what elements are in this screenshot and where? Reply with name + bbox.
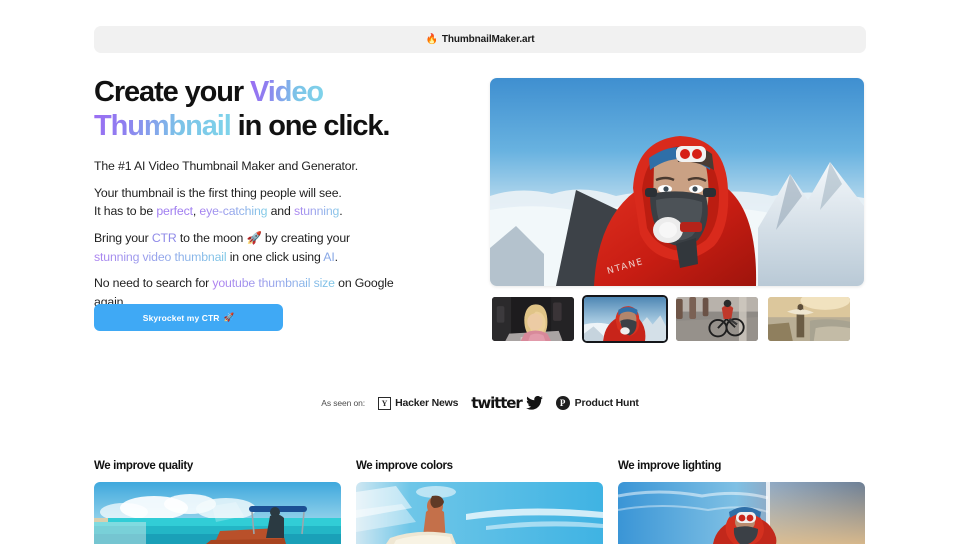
as-seen-on-label: As seen on:	[321, 398, 366, 408]
feature-lighting-image[interactable]	[618, 482, 865, 544]
logo-hacker-news[interactable]: Y Hacker News	[378, 396, 459, 410]
keyword-eye-catching: eye-catching	[199, 204, 268, 219]
mountaineer-illustration: NTANE	[490, 78, 864, 286]
flame-icon: 🔥	[425, 33, 438, 45]
brand-logo[interactable]: 🔥 ThumbnailMaker.art	[425, 34, 534, 45]
woman-in-pink-top-thumbnail	[492, 297, 574, 341]
social-proof-row: As seen on: Y Hacker News twitter P Prod…	[0, 394, 960, 412]
headline-part-1: Create your	[94, 76, 251, 108]
thumbnail-option-1[interactable]	[490, 295, 576, 343]
feature-colors: We improve colors	[356, 460, 603, 544]
feature-quality: We improve quality	[94, 460, 341, 544]
product-hunt-p-icon: P	[555, 396, 570, 410]
brand-name: ThumbnailMaker.art	[441, 34, 535, 45]
mountaineer-sky-illustration	[618, 482, 865, 544]
lede-line-6-post: on Google	[334, 276, 394, 291]
page-title: Create your Video Thumbnail in one click…	[94, 76, 474, 144]
keyword-stunning: stunning	[293, 204, 340, 219]
lede-period-1: .	[339, 204, 343, 219]
keyword-perfect: perfect	[156, 204, 193, 219]
feature-quality-title: We improve quality	[94, 460, 193, 472]
lede-line-6-pre: No need to search for	[94, 276, 213, 291]
feature-colors-image[interactable]	[356, 482, 603, 544]
feature-quality-image[interactable]	[94, 482, 341, 544]
surfer-sunset-thumbnail	[768, 297, 850, 341]
hacker-news-label: Hacker News	[395, 397, 459, 409]
hero-description: The #1 AI Video Thumbnail Maker and Gene…	[94, 157, 474, 312]
surfer-blue-sky-illustration	[356, 482, 603, 544]
lede-period-2: .	[334, 249, 338, 264]
thumbnail-option-2[interactable]	[582, 295, 668, 343]
feature-lighting: We improve lighting	[618, 460, 865, 544]
headline-gradient-thumbnail: Thumbnail	[94, 109, 232, 142]
lede-sep-2: and	[267, 204, 294, 219]
lede-line-4-post: by creating your	[261, 230, 350, 245]
thumbnail-carousel[interactable]	[490, 295, 864, 343]
thumbnail-option-4[interactable]	[766, 295, 852, 343]
twitter-label: twitter	[471, 394, 522, 412]
cyclist-thumbnail	[676, 297, 758, 341]
bird-icon	[525, 396, 543, 410]
lede-line-4-mid: to the moon	[176, 230, 247, 245]
keyword-youtube-thumbnail-size: youtube thumbnail size	[212, 276, 335, 291]
feature-colors-title: We improve colors	[356, 460, 453, 472]
site-header: 🔥 ThumbnailMaker.art	[94, 26, 866, 53]
keyword-stunning-video-thumbnail: stunning video thumbnail	[94, 249, 227, 264]
skyrocket-cta-button[interactable]: Skyrocket my CTR 🚀	[94, 304, 283, 331]
hero-preview-image[interactable]: NTANE	[490, 78, 864, 286]
logo-twitter[interactable]: twitter	[471, 394, 543, 412]
product-hunt-label: Product Hunt	[574, 397, 639, 409]
logo-product-hunt[interactable]: P Product Hunt	[555, 396, 639, 410]
lede-line-1: The #1 AI Video Thumbnail Maker and Gene…	[94, 158, 359, 173]
rocket-icon: 🚀	[246, 230, 262, 245]
rocket-icon: 🚀	[223, 312, 235, 322]
keyword-ai: AI	[323, 249, 335, 264]
headline-gradient-video: Video	[250, 76, 324, 108]
lede-line-5-mid: in one click using	[226, 249, 324, 264]
lede-block-3: Bring your CTR to the moon 🚀 by creating…	[94, 229, 474, 266]
tropical-beach-illustration	[94, 482, 341, 544]
cta-label: Skyrocket my CTR	[142, 312, 220, 323]
keyword-ctr: CTR	[151, 230, 177, 245]
feature-row: We improve quality We improve colors We …	[94, 460, 866, 544]
mountaineer-thumbnail	[584, 297, 666, 341]
hacker-news-y-icon: Y	[378, 396, 392, 410]
thumbnail-option-3[interactable]	[674, 295, 760, 343]
headline-part-2: in one click.	[230, 109, 391, 142]
lede-line-4-pre: Bring your	[94, 230, 152, 245]
feature-lighting-title: We improve lighting	[618, 460, 722, 472]
lede-line-3-pre: It has to be	[94, 204, 157, 219]
hero-copy: Create your Video Thumbnail in one click…	[94, 76, 474, 312]
lede-block-2: Your thumbnail is the first thing people…	[94, 184, 474, 221]
lede-line-2: Your thumbnail is the first thing people…	[94, 185, 342, 200]
